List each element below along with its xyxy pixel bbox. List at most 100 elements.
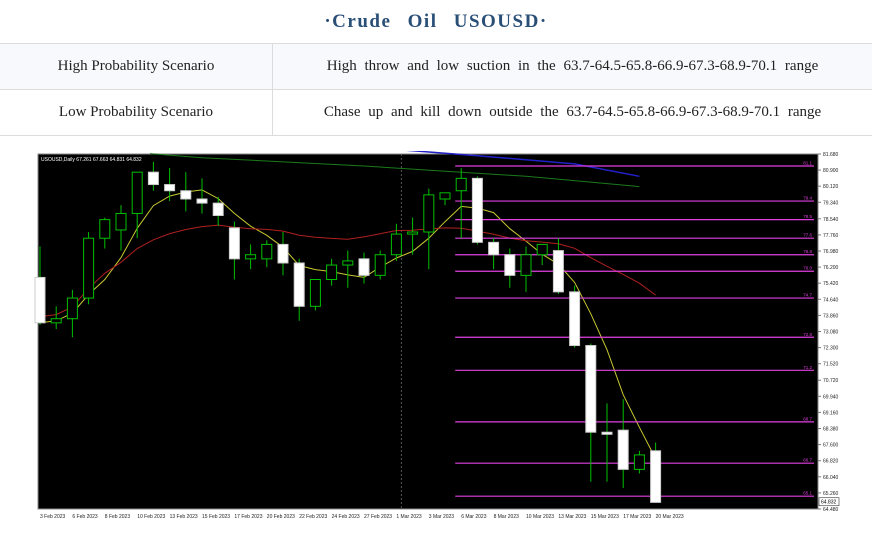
candle-body bbox=[228, 227, 240, 260]
candle-body bbox=[601, 431, 613, 435]
candle-body bbox=[99, 219, 111, 239]
x-tick-label: 27 Feb 2023 bbox=[364, 514, 392, 520]
y-tick-label: 79.340 bbox=[823, 200, 839, 206]
candle-body bbox=[520, 254, 532, 276]
y-tick-label: 66.820 bbox=[823, 459, 839, 465]
scenario-label-low: Low Probability Scenario bbox=[0, 89, 273, 136]
y-tick-label: 71.520 bbox=[823, 362, 839, 368]
candle-body bbox=[585, 345, 597, 433]
candle-body bbox=[115, 212, 127, 231]
candle-body bbox=[309, 278, 321, 307]
x-tick-label: 3 Mar 2023 bbox=[429, 514, 455, 520]
price-chart: 81.1 79.4 78.5 77.6 76.8 76.0 74.7 72.8 71.2 68.7… bbox=[34, 148, 840, 524]
x-tick-label: 8 Feb 2023 bbox=[105, 514, 131, 520]
x-tick-label: 20 Feb 2023 bbox=[267, 514, 295, 520]
y-tick-label: 73.080 bbox=[823, 330, 839, 336]
candle-body bbox=[196, 198, 208, 204]
y-tick-label: 75.420 bbox=[823, 281, 839, 287]
level-label: 76.8 bbox=[803, 249, 812, 254]
page-title: ·Crude Oil USOUSD· bbox=[324, 10, 548, 32]
x-tick-label: 15 Mar 2023 bbox=[591, 514, 619, 520]
level-label: 79.4 bbox=[803, 196, 812, 201]
candle-body bbox=[326, 264, 338, 280]
candle-body bbox=[488, 241, 500, 256]
candle-body bbox=[504, 254, 516, 276]
scenario-row-high: High Probability Scenario High throw and… bbox=[0, 44, 872, 90]
candle-body bbox=[569, 291, 581, 347]
candle-body bbox=[439, 192, 451, 200]
y-tick-label: 80.900 bbox=[823, 168, 839, 174]
candle-body bbox=[374, 254, 386, 276]
level-label: 72.8 bbox=[803, 332, 812, 337]
y-tick-label: 68.380 bbox=[823, 427, 839, 433]
x-tick-label: 22 Feb 2023 bbox=[299, 514, 327, 520]
x-tick-label: 6 Feb 2023 bbox=[72, 514, 98, 520]
candle-body bbox=[293, 262, 305, 307]
candle-body bbox=[471, 177, 483, 243]
candle-body bbox=[34, 276, 46, 324]
candle-body bbox=[358, 258, 370, 276]
y-tick-label: 76.200 bbox=[823, 265, 839, 271]
x-tick-label: 6 Mar 2023 bbox=[461, 514, 487, 520]
current-price-label: 64.832 bbox=[821, 500, 837, 506]
level-label: 71.2 bbox=[803, 365, 812, 370]
y-tick-label: 69.160 bbox=[823, 410, 839, 416]
x-tick-label: 10 Mar 2023 bbox=[526, 514, 554, 520]
candle-body bbox=[617, 429, 629, 470]
scenario-text-low: Chase up and kill down outside the 63.7-… bbox=[272, 89, 872, 136]
candle-body bbox=[50, 318, 62, 324]
candle-body bbox=[423, 194, 435, 233]
y-tick-label: 77.760 bbox=[823, 233, 839, 239]
candle-body bbox=[245, 254, 257, 260]
candle-body bbox=[66, 297, 78, 320]
candle-body bbox=[342, 260, 354, 266]
y-tick-label: 69.940 bbox=[823, 394, 839, 400]
y-tick-label: 80.120 bbox=[823, 184, 839, 190]
candle-body bbox=[407, 231, 419, 235]
y-tick-label: 67.600 bbox=[823, 443, 839, 449]
level-label: 81.1 bbox=[803, 160, 812, 165]
scenario-text-high: High throw and low suction in the 63.7-6… bbox=[272, 44, 872, 90]
candle-body bbox=[390, 233, 402, 256]
scenario-label-high: High Probability Scenario bbox=[0, 44, 273, 90]
candle-body bbox=[536, 243, 548, 256]
x-tick-label: 13 Feb 2023 bbox=[170, 514, 198, 520]
level-label: 78.5 bbox=[803, 214, 812, 219]
x-tick-label: 13 Mar 2023 bbox=[558, 514, 586, 520]
level-label: 77.6 bbox=[803, 233, 812, 238]
x-tick-label: 17 Feb 2023 bbox=[234, 514, 262, 520]
level-label: 76.0 bbox=[803, 266, 812, 271]
y-tick-label: 78.540 bbox=[823, 217, 839, 223]
y-tick-label: 74.640 bbox=[823, 297, 839, 303]
title-bar: ·Crude Oil USOUSD· bbox=[0, 0, 872, 44]
y-tick-label: 65.260 bbox=[823, 491, 839, 497]
candlestick-chart: 81.1 79.4 78.5 77.6 76.8 76.0 74.7 72.8 71.2 68.7… bbox=[34, 148, 840, 524]
x-tick-label: 3 Feb 2023 bbox=[40, 514, 66, 520]
y-tick-label: 64.480 bbox=[823, 507, 839, 513]
y-tick-label: 72.300 bbox=[823, 346, 839, 352]
y-tick-label: 73.860 bbox=[823, 313, 839, 319]
candle-body bbox=[261, 243, 273, 260]
x-tick-label: 8 Mar 2023 bbox=[494, 514, 520, 520]
candle-body bbox=[212, 202, 224, 217]
x-tick-label: 10 Feb 2023 bbox=[137, 514, 165, 520]
candle-body bbox=[650, 450, 662, 503]
candle-body bbox=[552, 250, 564, 293]
y-tick-label: 76.980 bbox=[823, 249, 839, 255]
candle-body bbox=[277, 243, 289, 264]
candle-body bbox=[83, 237, 95, 299]
level-label: 65.1 bbox=[803, 491, 812, 496]
candle-body bbox=[164, 184, 176, 192]
x-tick-label: 15 Feb 2023 bbox=[202, 514, 230, 520]
candle-body bbox=[147, 171, 159, 186]
x-tick-label: 20 Mar 2023 bbox=[656, 514, 684, 520]
y-tick-label: 66.040 bbox=[823, 475, 839, 481]
x-tick-label: 24 Feb 2023 bbox=[332, 514, 360, 520]
scenario-table: High Probability Scenario High throw and… bbox=[0, 44, 872, 136]
x-tick-label: 1 Mar 2023 bbox=[396, 514, 422, 520]
y-tick-label: 70.720 bbox=[823, 378, 839, 384]
candle-body bbox=[131, 171, 143, 214]
candle-body bbox=[455, 177, 467, 192]
level-label: 74.7 bbox=[803, 293, 812, 298]
candle-body bbox=[633, 454, 645, 470]
